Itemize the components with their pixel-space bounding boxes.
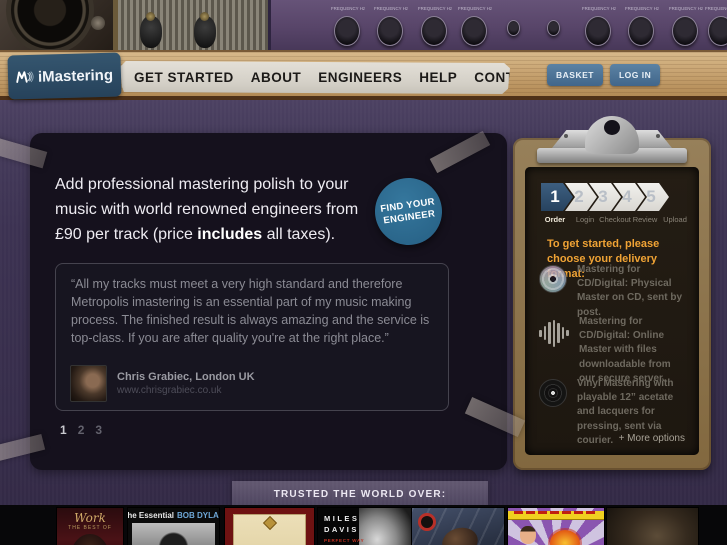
- album-strip: Work THE BEST OF The Essential BOB DYLAN…: [0, 505, 727, 545]
- eq-trim-knob-icon: [507, 20, 520, 36]
- main-content: Add professional mastering polish to you…: [0, 100, 727, 507]
- delivery-option-cd[interactable]: Mastering for CD/Digital: Physical Maste…: [539, 263, 691, 320]
- eq-trim-knob-icon: [547, 20, 560, 36]
- main-nav: GET STARTED ABOUT ENGINEERS HELP CONTACT: [120, 61, 510, 94]
- nav-item-engineers[interactable]: ENGINEERS: [318, 70, 402, 85]
- find-your-engineer-button[interactable]: FIND YOUR ENGINEER: [370, 173, 447, 250]
- avatar: [70, 365, 107, 402]
- order-clipboard: 1 2 3 4 5 Order Login Checkout Review Up…: [513, 116, 711, 470]
- album-cover-bob-dylan: The Essential BOB DYLAN: [128, 508, 219, 545]
- imastering-logo-icon: [16, 71, 34, 83]
- pagination-item-1[interactable]: 1: [60, 423, 67, 437]
- cd-icon: [539, 265, 567, 293]
- eq-knob-icon: FREQUENCY Hz: [582, 6, 616, 46]
- author-name: Chris Grabiec, London UK: [117, 371, 255, 383]
- testimonial-panel: “All my tracks must meet a very high sta…: [55, 263, 449, 411]
- rack-metal-panel: [118, 0, 268, 50]
- album-cover-eagle: [412, 508, 504, 545]
- speaker-cone-icon: [6, 0, 94, 50]
- clipboard-sheet: 1 2 3 4 5 Order Login Checkout Review Up…: [525, 167, 699, 455]
- navbar: iMastering GET STARTED ABOUT ENGINEERS H…: [0, 50, 727, 100]
- album-cover-miles-davis: MILES DAVIS PERFECT WAY: [318, 508, 411, 545]
- eq-knob-icon: FREQUENCY Hz: [374, 6, 408, 46]
- nav-buttons: BASKET LOG IN: [547, 64, 661, 86]
- trusted-banner: TRUSTED THE WORLD OVER:: [232, 481, 488, 507]
- album-cover-work: Work THE BEST OF: [57, 508, 123, 545]
- eq-knob-icon: FREQUENCY Hz: [669, 6, 703, 46]
- testimonial-pagination: 1 2 3: [60, 423, 102, 437]
- album-cover-johnny-cash: JOHNNY CASH: [225, 508, 314, 545]
- eq-knob-icon: FREQUENCY Hz: [625, 6, 659, 46]
- headline: Add professional mastering polish to you…: [55, 176, 359, 243]
- nav-item-contact[interactable]: CONTACT: [474, 70, 510, 85]
- hero-panel: Add professional mastering polish to you…: [30, 133, 507, 470]
- eq-knob-icon: FREQUENCY Hz: [418, 6, 452, 46]
- eq-knob-icon: FREQUENCY Hz: [705, 6, 727, 46]
- eq-knob-icon: FREQUENCY Hz: [458, 6, 492, 46]
- delivery-option-online[interactable]: Mastering for CD/Digital: Online Master …: [539, 315, 691, 386]
- author-url-link[interactable]: www.chrisgrabiec.co.uk: [117, 385, 255, 396]
- trusted-label: TRUSTED THE WORLD OVER:: [273, 488, 447, 500]
- vinyl-icon: [539, 379, 567, 407]
- basket-button[interactable]: BASKET: [547, 64, 603, 86]
- clipboard-clip-icon: [537, 116, 687, 164]
- pagination-item-3[interactable]: 3: [95, 423, 102, 437]
- step-label-upload: Upload: [663, 215, 687, 224]
- waveform-icon: [539, 319, 569, 347]
- logo[interactable]: iMastering: [7, 52, 122, 100]
- progress-steps: 1 2 3 4 5: [541, 183, 669, 211]
- eq-rack-panel: FREQUENCY Hz FREQUENCY Hz FREQUENCY Hz F…: [268, 0, 727, 50]
- testimonial-quote: “All my tracks must meet a very high sta…: [71, 277, 430, 346]
- more-options-link[interactable]: + More options: [619, 433, 685, 444]
- studio-equipment-banner: FREQUENCY Hz FREQUENCY Hz FREQUENCY Hz F…: [0, 0, 727, 50]
- login-button[interactable]: LOG IN: [609, 64, 661, 86]
- nav-item-help[interactable]: HELP: [419, 70, 457, 85]
- logo-text: iMastering: [37, 66, 114, 86]
- speaker-knob-icon: [91, 16, 105, 30]
- connector-knob-icon: [140, 12, 162, 48]
- speaker-photo: [0, 0, 118, 50]
- nav-item-about[interactable]: ABOUT: [251, 70, 302, 85]
- page: FREQUENCY Hz FREQUENCY Hz FREQUENCY Hz F…: [0, 0, 727, 545]
- pagination-item-2[interactable]: 2: [78, 423, 85, 437]
- connector-knob-icon: [194, 12, 216, 48]
- album-cover-comic: [508, 508, 604, 545]
- nav-item-get-started[interactable]: GET STARTED: [134, 70, 234, 85]
- eq-knob-icon: FREQUENCY Hz: [331, 6, 365, 46]
- album-cover-dark: [607, 508, 698, 545]
- testimonial-author: Chris Grabiec, London UK www.chrisgrabie…: [70, 365, 255, 402]
